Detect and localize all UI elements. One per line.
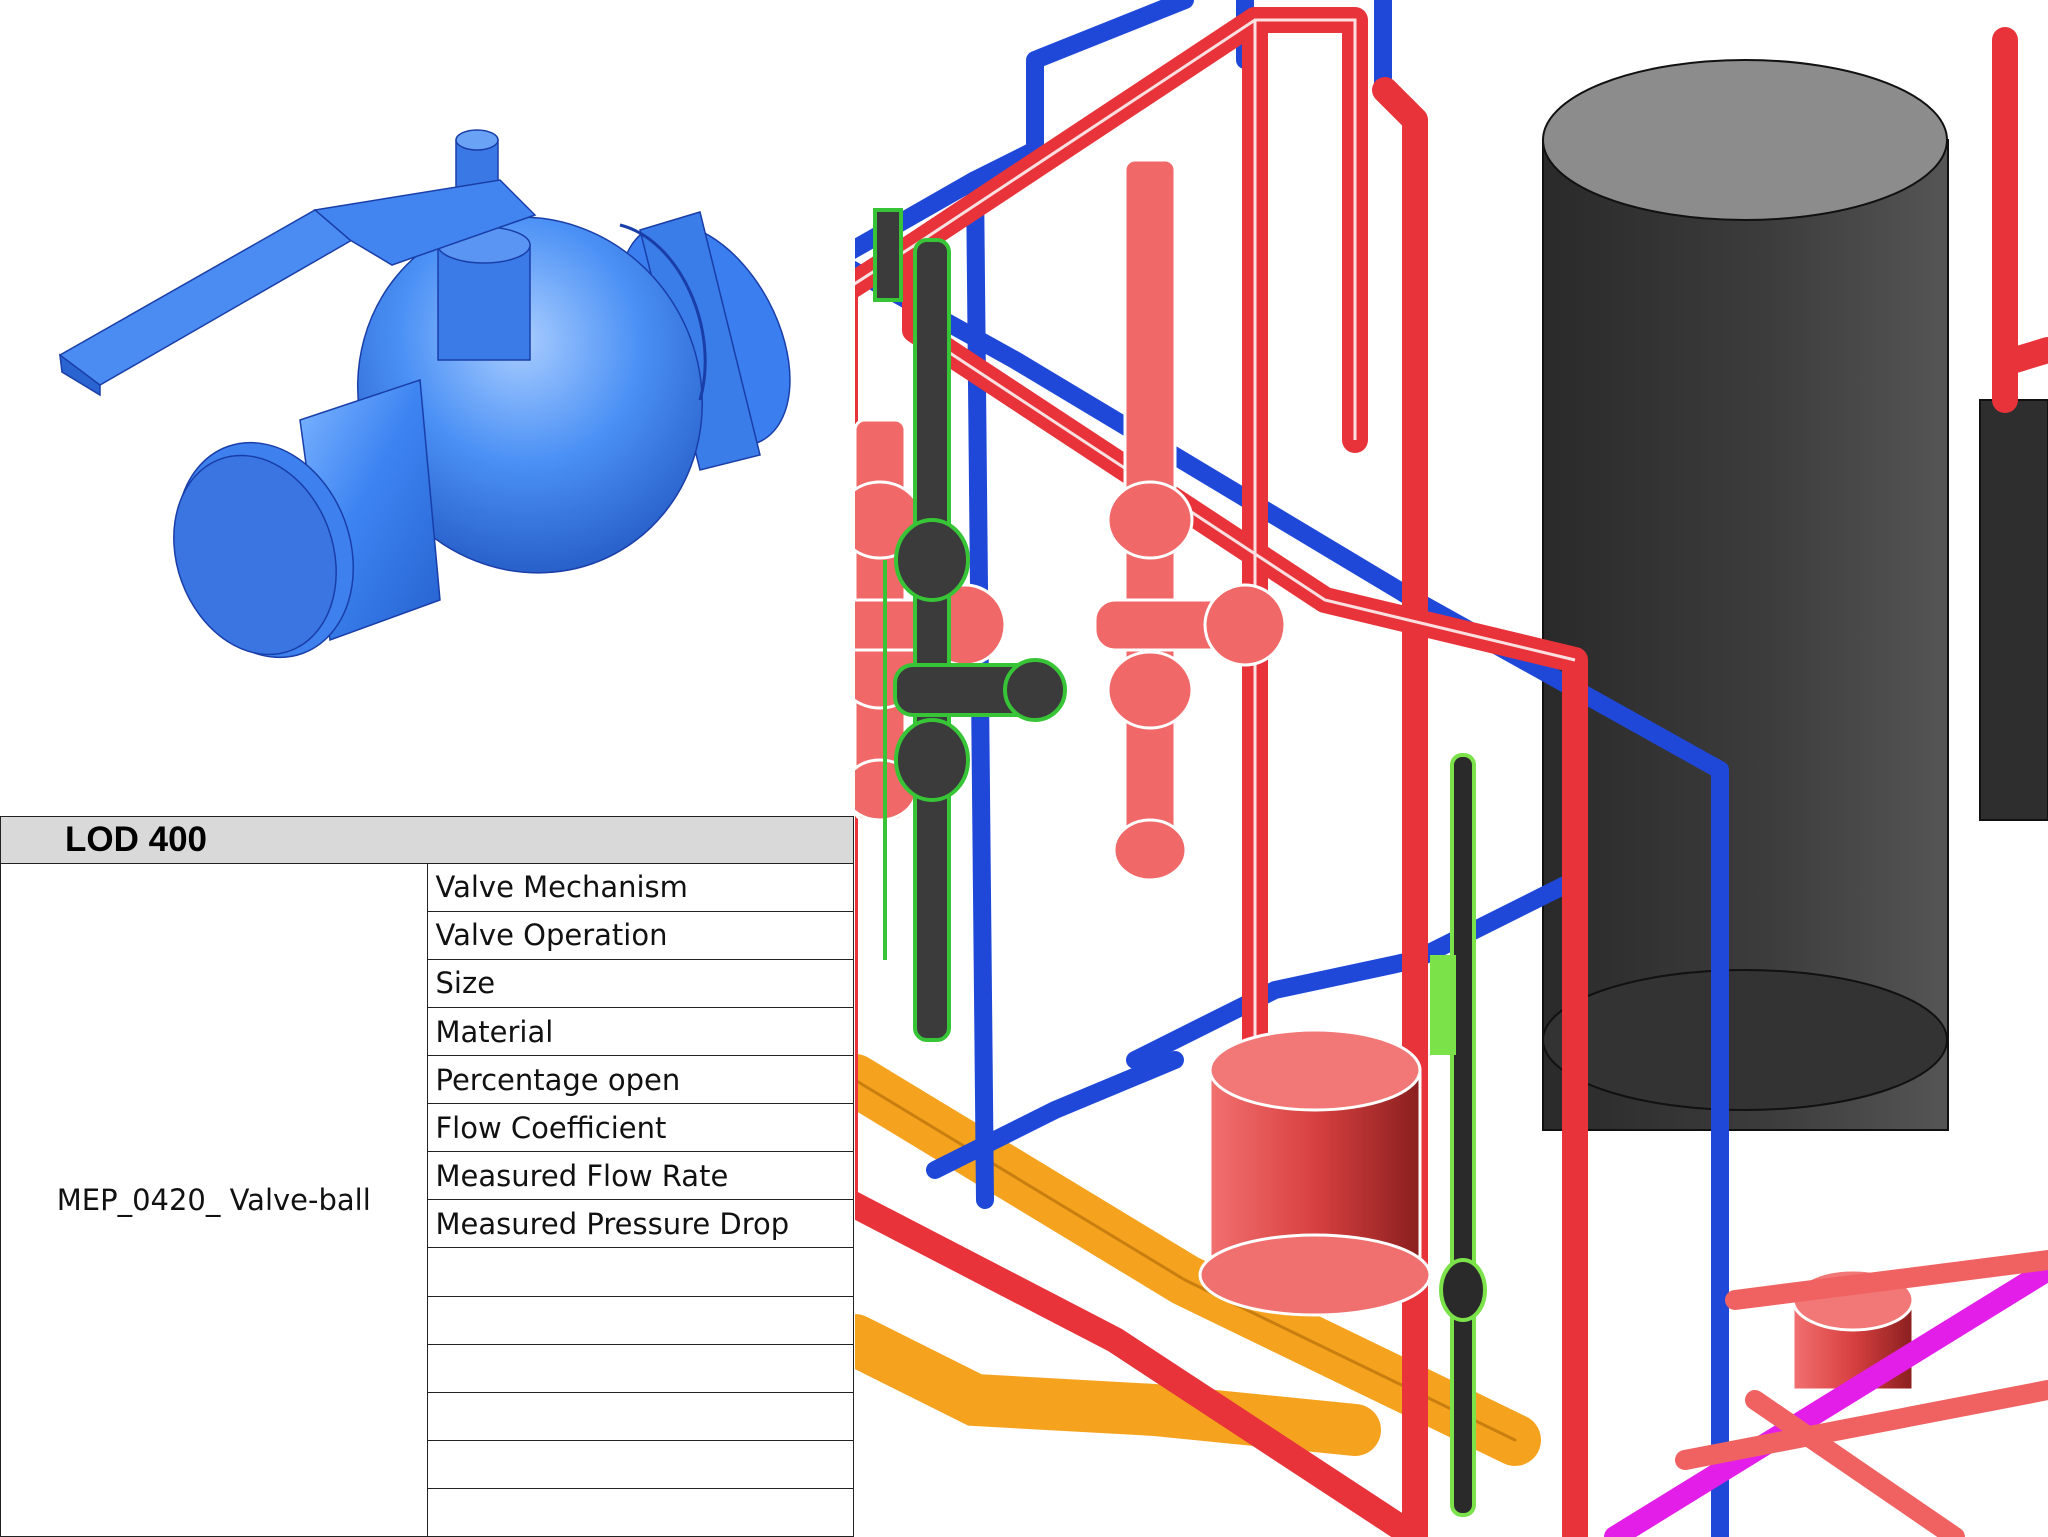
ball-valve-illustration	[59, 129, 791, 659]
property-cell-empty	[426, 1391, 854, 1441]
property-cell: Material	[426, 1006, 854, 1057]
property-cell: Measured Flow Rate	[426, 1151, 854, 1201]
property-label: Valve Mechanism	[435, 870, 688, 905]
property-cell-empty	[426, 1439, 854, 1489]
property-cell-empty	[426, 1487, 854, 1537]
element-name-cell: MEP_0420_ Valve-ball	[0, 862, 428, 1537]
expansion-tank	[1198, 1028, 1432, 1317]
valve-left-connector	[173, 378, 441, 659]
table-row: MEP_0420_ Valve-ball Valve Mechanism	[0, 862, 854, 1537]
storage-tank-main	[1542, 59, 1949, 1131]
property-cell-empty	[426, 1247, 854, 1297]
property-label: Measured Flow Rate	[435, 1158, 729, 1193]
property-cell: Valve Operation	[426, 910, 854, 960]
property-label: Size	[435, 966, 496, 1001]
property-label: Measured Pressure Drop	[435, 1206, 790, 1241]
property-label: Percentage open	[435, 1062, 681, 1097]
property-cell-empty	[426, 1343, 854, 1393]
property-cell-empty	[426, 1295, 854, 1345]
valve-stem	[437, 129, 531, 361]
property-cell: Size	[426, 958, 854, 1008]
lod-header-cell: LOD 400	[0, 816, 854, 864]
property-cell: Flow Coefficient	[426, 1103, 854, 1153]
property-cell: Valve Mechanism	[426, 862, 854, 912]
property-label: Material	[435, 1014, 554, 1049]
storage-tank-secondary	[1979, 399, 2048, 821]
property-cell: Percentage open	[426, 1055, 854, 1105]
property-label: Flow Coefficient	[435, 1110, 667, 1145]
element-name: MEP_0420_ Valve-ball	[56, 1182, 371, 1217]
mep-piping-render	[855, 0, 2048, 1537]
property-cell: Measured Pressure Drop	[426, 1199, 854, 1249]
lod-header-row: LOD 400	[0, 816, 854, 864]
lod-400-table: LOD 400 MEP_0420_ Valve-ball Valve Mecha…	[0, 816, 854, 1537]
property-label: Valve Operation	[435, 918, 668, 953]
lod-level-title: LOD 400	[65, 820, 207, 860]
